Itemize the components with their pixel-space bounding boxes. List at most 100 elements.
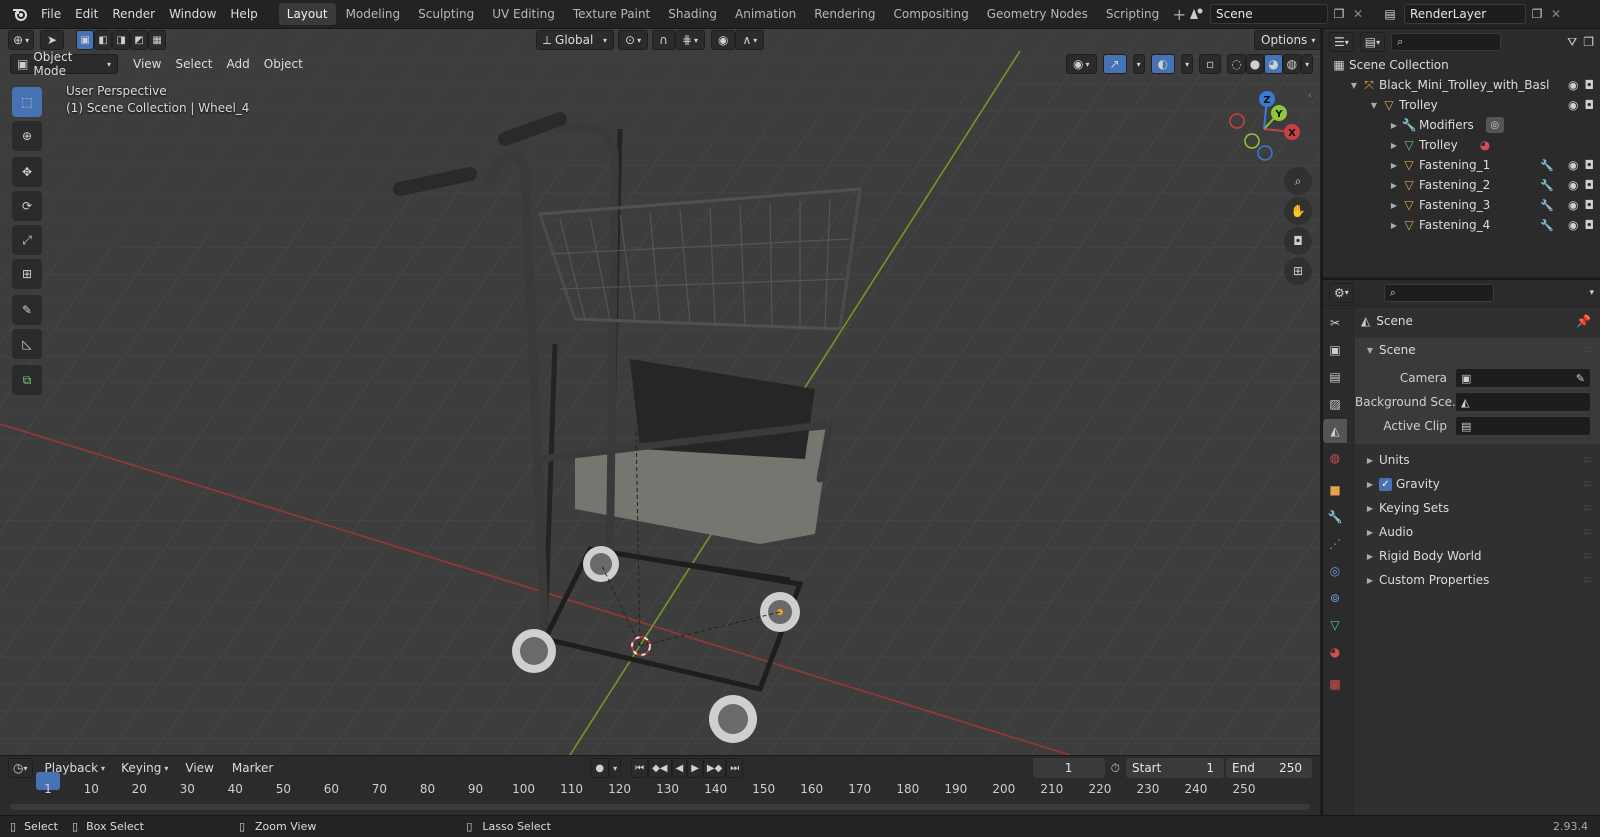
falloff-dropdown[interactable]: ∧ ▾ — [735, 30, 765, 50]
shading-dropdown[interactable]: ▾ — [1301, 54, 1314, 74]
section-gravity[interactable]: ▶ ✓ Gravity:::: — [1355, 472, 1600, 496]
gravity-checkbox[interactable]: ✓ — [1379, 477, 1392, 491]
outliner-row[interactable]: ▶ ▽ Fastening_4 🔧 ◉ ◘ — [1329, 215, 1600, 235]
select-new-button[interactable]: ▣ — [76, 30, 95, 50]
section-custom-properties[interactable]: ▶ Custom Properties:::: — [1355, 568, 1600, 592]
select-subtract-button[interactable]: ◨ — [112, 30, 131, 50]
outliner-row[interactable]: ▶ ▽ Fastening_2 🔧 ◉ ◘ — [1329, 175, 1600, 195]
workspace-tab-sculpting[interactable]: Sculpting — [410, 3, 482, 25]
section-units[interactable]: ▶ Units:::: — [1355, 448, 1600, 472]
eye-icon[interactable]: ◉ — [1568, 218, 1578, 232]
cursor-tool[interactable]: ⊕ — [12, 121, 42, 151]
measure-tool[interactable]: ◺ — [12, 329, 42, 359]
outliner-row[interactable]: ▶ ▽ Fastening_1 🔧 ◉ ◘ — [1329, 155, 1600, 175]
modifier-wrench-icon[interactable]: 🔧 — [1540, 219, 1554, 232]
workspace-tab-uv-editing[interactable]: UV Editing — [484, 3, 563, 25]
navigation-gizmo[interactable]: X Y Z — [1224, 89, 1304, 169]
collapsed-arrow-icon[interactable]: ▶ — [1389, 141, 1399, 150]
close-icon[interactable]: ✕ — [1548, 7, 1564, 21]
drag-grip-icon[interactable]: :::: — [1583, 455, 1592, 465]
modifier-wrench-icon[interactable]: 🔧 — [1540, 199, 1554, 212]
scene-tab[interactable]: ◭ — [1323, 419, 1347, 443]
outliner-row[interactable]: ▶ ▽ Trolley ◕ — [1329, 135, 1600, 155]
data-tab[interactable]: ▽ — [1323, 613, 1347, 637]
collapsed-arrow-icon[interactable]: ▶ — [1389, 121, 1399, 130]
outliner-editor-type[interactable]: ☰ ▾ — [1329, 32, 1354, 52]
workspace-tab-scripting[interactable]: Scripting — [1098, 3, 1167, 25]
workspace-tab-animation[interactable]: Animation — [727, 3, 804, 25]
collapsed-arrow-icon[interactable]: ▶ — [1389, 221, 1399, 230]
render-camera-icon[interactable]: ◘ — [1585, 78, 1595, 92]
overlay-toggle[interactable]: ◐ — [1150, 54, 1176, 74]
render-camera-icon[interactable]: ◘ — [1585, 98, 1595, 112]
collapsed-arrow-icon[interactable]: ▶ — [1389, 181, 1399, 190]
new-collection-icon[interactable]: ❐ — [1583, 35, 1594, 49]
pivot-dropdown[interactable]: ⊙ ▾ — [618, 30, 649, 50]
outliner-search-input[interactable]: ⌕ — [1391, 33, 1502, 51]
workspace-tab-rendering[interactable]: Rendering — [806, 3, 883, 25]
outliner-row[interactable]: ▼ ▽ Trolley ◉ ◘ — [1329, 95, 1600, 115]
render-layer-icon[interactable]: ▤ — [1376, 7, 1404, 21]
display-mode-dropdown[interactable]: ▤ ▾ — [1359, 32, 1386, 52]
material-shading-button[interactable]: ◕ — [1264, 54, 1283, 74]
options-dropdown[interactable]: Options ▾ — [1254, 30, 1320, 50]
property-field[interactable]: ▣ ✎ — [1455, 368, 1591, 388]
expanded-arrow-icon[interactable]: ▼ — [1349, 81, 1359, 90]
timeline-scrollbar[interactable] — [10, 804, 1310, 810]
copy-layer-icon[interactable]: ❐ — [1526, 7, 1548, 21]
render-camera-icon[interactable]: ◘ — [1585, 198, 1595, 212]
tool-tab[interactable]: ✂ — [1323, 311, 1347, 335]
outliner-row[interactable]: ▶ 🔧 Modifiers ◎ — [1329, 115, 1600, 135]
render-camera-icon[interactable]: ◘ — [1585, 178, 1595, 192]
xray-toggle[interactable]: ▫ — [1199, 54, 1222, 74]
eyedropper-icon[interactable]: ✎ — [1576, 372, 1585, 385]
workspace-tab-compositing[interactable]: Compositing — [885, 3, 976, 25]
modifier-tab[interactable]: 🔧 — [1323, 505, 1347, 529]
scene-panel-header[interactable]: ▼ Scene :::: — [1355, 338, 1600, 362]
menu-render[interactable]: Render — [105, 0, 162, 29]
viewport-menu-view[interactable]: View — [126, 54, 168, 74]
chevron-down-icon[interactable]: ▾ — [1589, 288, 1594, 298]
blender-logo-icon[interactable] — [6, 6, 34, 22]
eye-icon[interactable]: ◉ — [1568, 78, 1578, 92]
viewport-menu-object[interactable]: Object — [257, 54, 310, 74]
eye-icon[interactable]: ◉ — [1568, 98, 1578, 112]
properties-search-input[interactable]: ⌕ — [1383, 283, 1494, 302]
gizmo-toggle[interactable]: ↗ — [1102, 54, 1127, 74]
scene-icon[interactable] — [1182, 7, 1210, 21]
annotate-tool[interactable]: ✎ — [12, 295, 42, 325]
workspace-tab-shading[interactable]: Shading — [660, 3, 725, 25]
view-layer-field[interactable]: RenderLayer — [1404, 4, 1526, 24]
modifier-wrench-icon[interactable]: 🔧 — [1540, 179, 1554, 192]
world-tab[interactable]: ◍ — [1323, 446, 1347, 470]
drag-grip-icon[interactable]: :::: — [1583, 551, 1592, 561]
menu-file[interactable]: File — [34, 0, 68, 29]
chevron-left-icon[interactable]: ‹ — [1308, 91, 1312, 101]
gizmo-dropdown[interactable]: ▾ — [1132, 54, 1145, 74]
physics-tab[interactable]: ◎ — [1323, 559, 1347, 583]
object-tab[interactable]: ■ — [1323, 478, 1347, 502]
move-tool[interactable]: ✥ — [12, 157, 42, 187]
modifier-wrench-icon[interactable]: 🔧 — [1540, 159, 1554, 172]
workspace-tab-layout[interactable]: Layout — [278, 3, 336, 25]
pan-button[interactable]: ✋ — [1284, 197, 1312, 225]
camera-view-button[interactable]: ◘ — [1284, 227, 1312, 255]
collapsed-arrow-icon[interactable]: ▶ — [1389, 201, 1399, 210]
view-layer-tab[interactable]: ▨ — [1323, 392, 1347, 416]
proportional-edit-toggle[interactable]: ◉ — [710, 30, 736, 50]
eye-icon[interactable]: ◉ — [1568, 158, 1578, 172]
mode-dropdown[interactable]: ▣ Object Mode ▾ — [10, 50, 118, 78]
viewport-scene[interactable] — [0, 29, 1320, 755]
3d-viewport[interactable]: ⊕ ▾ ➤ ▣ ◧ ◨ ◩ ▦ ⟂ Global ▾ ⊙ ▾ ∩ ⋕ ▾ ◉ ∧ ▾ O… — [0, 29, 1320, 755]
workspace-tab-modeling[interactable]: Modeling — [338, 3, 409, 25]
rendered-shading-button[interactable]: ◍ — [1282, 54, 1302, 74]
drag-grip-icon[interactable]: :::: — [1583, 503, 1592, 513]
transform-tool[interactable]: ⊞ — [12, 259, 42, 289]
drag-grip-icon[interactable]: :::: — [1583, 345, 1592, 355]
property-field[interactable]: ▤ — [1455, 416, 1591, 436]
scene-collection-row[interactable]: ▦ Scene Collection — [1329, 55, 1600, 75]
zoom-button[interactable]: ⌕ — [1284, 167, 1312, 195]
texture-tab[interactable]: ▩ — [1323, 672, 1347, 696]
menu-edit[interactable]: Edit — [68, 0, 105, 29]
workspace-tab-geometry-nodes[interactable]: Geometry Nodes — [979, 3, 1096, 25]
